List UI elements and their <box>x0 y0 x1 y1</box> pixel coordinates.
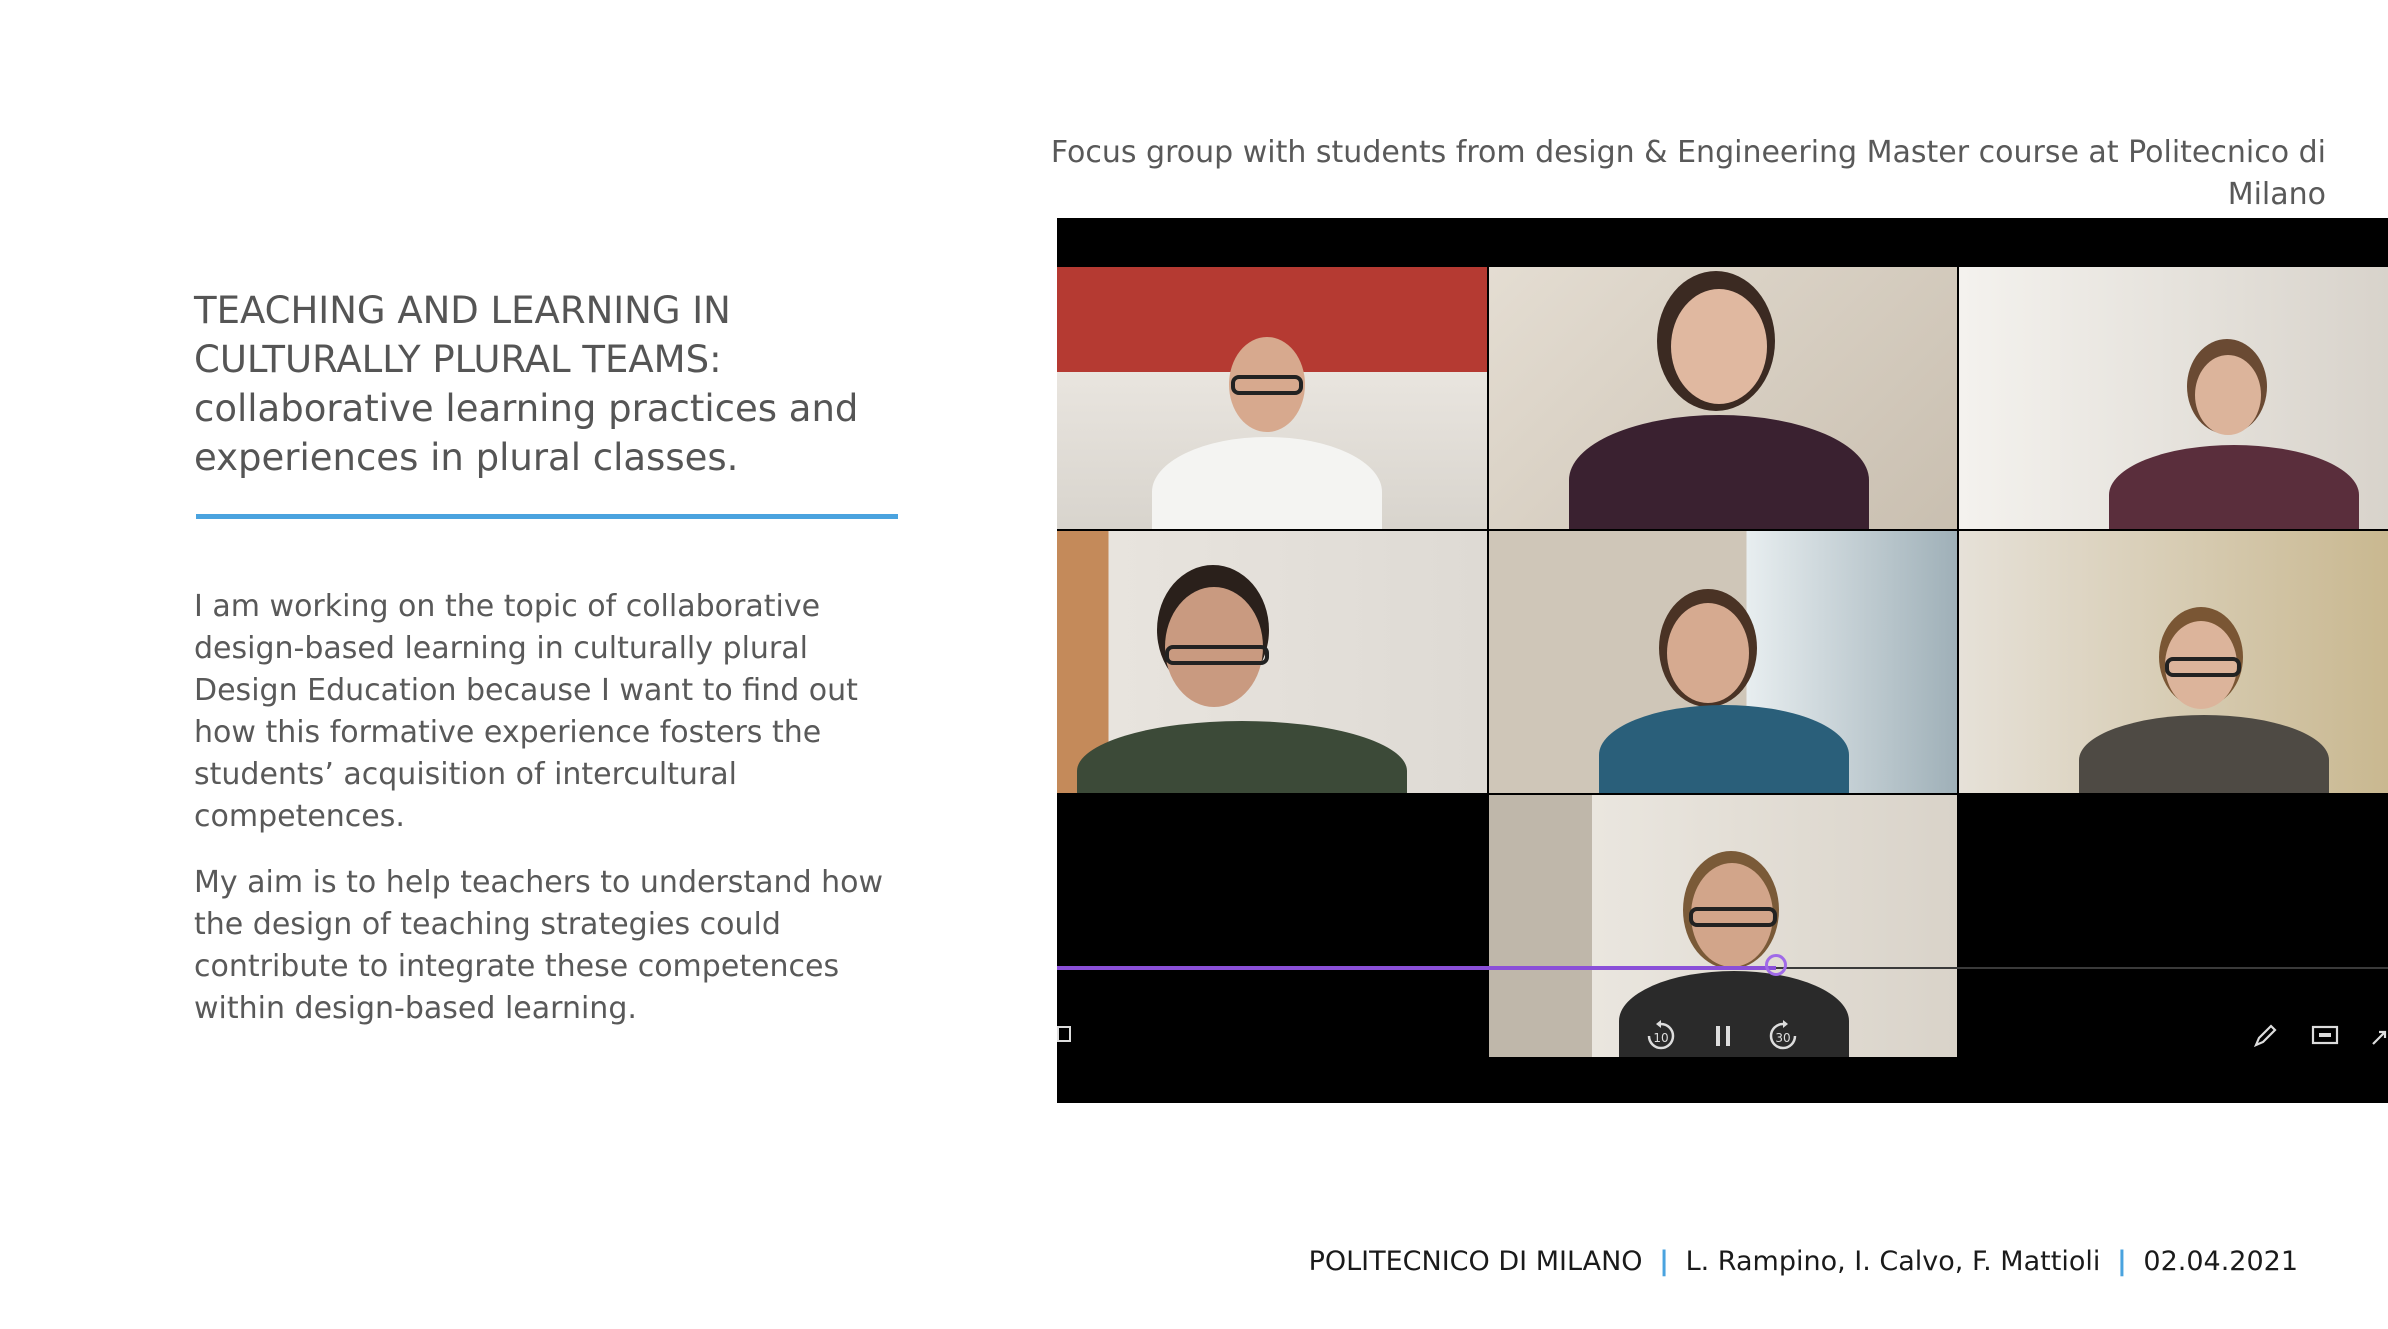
pen-icon <box>2253 1024 2277 1048</box>
video-player[interactable]: 10 30 <box>1057 218 2388 1103</box>
title-line-1: TEACHING AND LEARNING IN <box>194 289 731 332</box>
pen-button[interactable] <box>2247 1018 2283 1054</box>
seek-progress <box>1057 966 1776 970</box>
caption-line-1: Focus group with students from design & … <box>1050 135 2326 170</box>
rewind-10-button[interactable]: 10 <box>1641 1016 1681 1056</box>
title-line-4: experiences in plural classes. <box>194 436 739 479</box>
participant-tile-3 <box>1959 267 2388 529</box>
svg-text:10: 10 <box>1653 1031 1668 1045</box>
footer-institution: POLITECNICO DI MILANO <box>1308 1246 1643 1277</box>
title-line-2: CULTURALLY PLURAL TEAMS: <box>194 338 722 381</box>
footer-separator-1: | <box>1659 1246 1669 1277</box>
slide-title: TEACHING AND LEARNING IN CULTURALLY PLUR… <box>194 286 914 482</box>
subtitle-icon[interactable] <box>1057 1024 1071 1044</box>
title-divider <box>196 514 898 519</box>
slide-body: I am working on the topic of collaborati… <box>194 586 914 1054</box>
participant-tile-4 <box>1057 531 1487 793</box>
captions-icon <box>2311 1025 2339 1045</box>
participant-tile-6 <box>1959 531 2388 793</box>
body-paragraph-1: I am working on the topic of collaborati… <box>194 589 858 834</box>
title-line-3: collaborative learning practices and <box>194 387 859 430</box>
forward-30-button[interactable]: 30 <box>1763 1016 1803 1056</box>
footer-separator-2: | <box>2116 1246 2127 1277</box>
caption-line-2: Milano <box>2227 177 2326 212</box>
pause-icon <box>1716 1026 1730 1046</box>
svg-text:30: 30 <box>1775 1031 1790 1045</box>
pause-button[interactable] <box>1703 1016 1743 1056</box>
body-paragraph-2: My aim is to help teachers to understand… <box>194 865 884 1026</box>
captions-button[interactable] <box>2307 1018 2343 1054</box>
slide-footer: POLITECNICO DI MILANO | L. Rampino, I. C… <box>1309 1246 2298 1277</box>
footer-date: 02.04.2021 <box>2143 1246 2298 1277</box>
expand-icon <box>2372 1030 2387 1045</box>
expand-button[interactable] <box>2369 1018 2388 1054</box>
footer-authors: L. Rampino, I. Calvo, F. Mattioli <box>1685 1246 2101 1277</box>
video-caption: Focus group with students from design & … <box>1040 132 2326 216</box>
seek-handle[interactable] <box>1764 954 1787 976</box>
participant-tile-1 <box>1057 267 1487 529</box>
participant-tile-2 <box>1489 267 1957 529</box>
participant-tile-5 <box>1489 531 1957 793</box>
